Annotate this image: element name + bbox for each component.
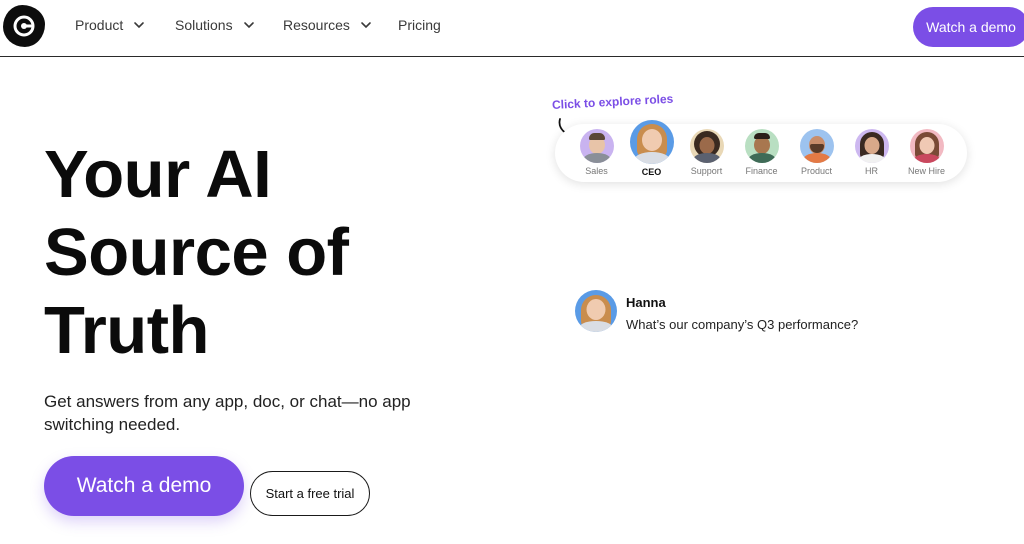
hero-title-line: Truth	[44, 293, 209, 368]
roles-selector: Sales CEO Support Finance Product HR New…	[555, 120, 967, 182]
nav-pricing[interactable]: Pricing	[398, 17, 441, 33]
avatar	[689, 129, 724, 163]
avatar	[854, 129, 889, 163]
chat-author: Hanna	[626, 295, 666, 310]
nav-solutions-label: Solutions	[175, 17, 233, 33]
chevron-down-icon	[361, 22, 371, 29]
role-label: Support	[690, 166, 723, 176]
chevron-down-icon	[243, 22, 254, 29]
role-label: HR	[865, 166, 878, 176]
role-sales[interactable]: Sales	[569, 124, 624, 176]
avatar	[629, 120, 674, 164]
chevron-down-icon	[134, 22, 145, 29]
role-product[interactable]: Product	[789, 124, 844, 176]
avatar	[575, 290, 617, 332]
role-label: Finance	[745, 166, 778, 176]
role-support[interactable]: Support	[679, 124, 734, 176]
hero-title-line: Your AI	[44, 137, 272, 212]
chat-message: Hanna What’s our company’s Q3 performanc…	[575, 290, 858, 332]
avatar	[909, 129, 944, 163]
roles-hint: Click to explore roles	[551, 91, 674, 112]
avatar	[799, 129, 834, 163]
role-finance[interactable]: Finance	[734, 124, 789, 176]
nav-product[interactable]: Product	[75, 17, 145, 33]
nav-resources-label: Resources	[283, 17, 350, 33]
role-label: CEO	[641, 167, 662, 177]
chat-text: What’s our company’s Q3 performance?	[626, 317, 859, 332]
role-ceo[interactable]: CEO	[624, 120, 679, 177]
hero-subtitle: Get answers from any app, doc, or chat—n…	[44, 392, 411, 434]
start-free-trial-button[interactable]: Start a free trial	[250, 471, 370, 516]
chat-body: Hanna What’s our company’s Q3 performanc…	[626, 290, 858, 332]
hero-title-line: Source of	[44, 215, 349, 290]
top-nav: Product Solutions Resources Pricing Watc…	[0, 0, 1024, 57]
hero-title: Your AI Source of Truth	[44, 136, 464, 370]
role-label: Sales	[585, 166, 608, 176]
watch-demo-button[interactable]: Watch a demo	[44, 456, 244, 516]
role-label: Product	[800, 166, 833, 176]
role-label: New Hire	[907, 166, 945, 176]
logo-icon[interactable]	[3, 5, 45, 47]
avatar	[744, 129, 779, 163]
nav-resources[interactable]: Resources	[283, 17, 372, 33]
avatar	[579, 129, 614, 163]
nav-pricing-label: Pricing	[398, 17, 441, 33]
nav-product-label: Product	[75, 17, 124, 33]
nav-solutions[interactable]: Solutions	[175, 17, 255, 33]
role-new-hire[interactable]: New Hire	[899, 124, 954, 176]
nav-watch-demo-button[interactable]: Watch a demo	[913, 7, 1024, 47]
role-hr[interactable]: HR	[844, 124, 899, 176]
